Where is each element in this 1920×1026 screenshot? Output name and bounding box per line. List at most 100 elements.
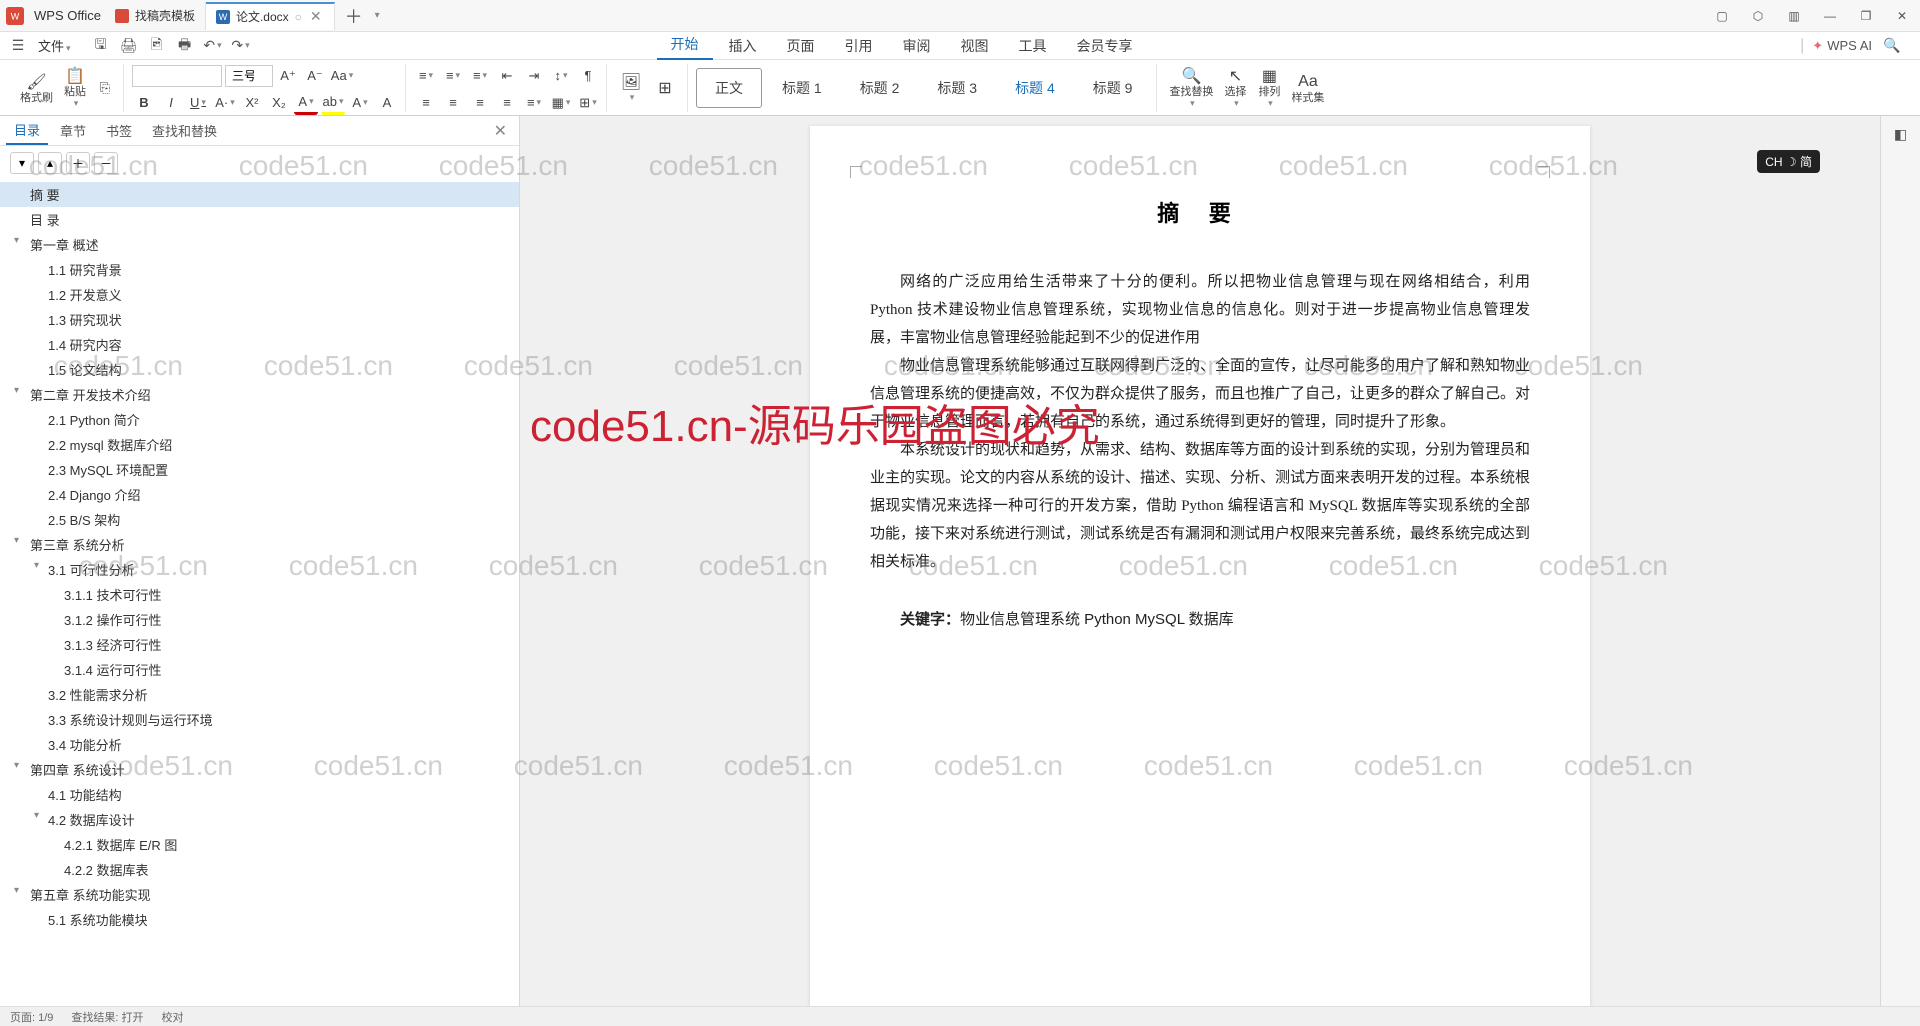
- align-center-button[interactable]: ≡: [441, 91, 465, 115]
- status-find[interactable]: 查找结果: 打开: [71, 1009, 143, 1025]
- outline-item[interactable]: 2.1 Python 简介: [0, 407, 519, 432]
- outline-item[interactable]: ▾第三章 系统分析: [0, 532, 519, 557]
- outline-item[interactable]: ▾3.1 可行性分析: [0, 557, 519, 582]
- redo-button[interactable]: ↷: [229, 34, 253, 58]
- underline-button[interactable]: U: [186, 91, 210, 115]
- print-preview-icon[interactable]: 🖨: [117, 34, 141, 58]
- arrange-button[interactable]: ▦排列: [1253, 66, 1285, 110]
- shading-button[interactable]: ▦: [549, 91, 573, 115]
- outline-item[interactable]: 3.2 性能需求分析: [0, 682, 519, 707]
- numbering-button[interactable]: ≡: [441, 64, 465, 88]
- change-case-button[interactable]: Aa: [330, 64, 354, 88]
- chevron-down-icon[interactable]: ▾: [14, 760, 19, 771]
- outline-add-button[interactable]: ＋: [66, 152, 90, 174]
- ribbon-tab-tools[interactable]: 工具: [1005, 32, 1061, 60]
- ribbon-tab-reference[interactable]: 引用: [831, 32, 887, 60]
- doc-title[interactable]: 摘 要: [870, 196, 1530, 228]
- indent-inc-button[interactable]: ⇥: [522, 64, 546, 88]
- outline-item[interactable]: 2.5 B/S 架构: [0, 507, 519, 532]
- chevron-down-icon[interactable]: ▾: [14, 885, 19, 896]
- ribbon-tab-member[interactable]: 会员专享: [1063, 32, 1147, 60]
- styleset-button[interactable]: Aa样式集: [1287, 66, 1328, 110]
- bold-button[interactable]: B: [132, 91, 156, 115]
- tab-overflow-icon[interactable]: ▾: [375, 10, 380, 21]
- win-btn-1[interactable]: ▢: [1704, 0, 1740, 32]
- outline-item[interactable]: 3.3 系统设计规则与运行环境: [0, 707, 519, 732]
- font-size-combo[interactable]: [225, 65, 273, 87]
- quick-print-icon[interactable]: 🖶: [173, 34, 197, 58]
- outline-item[interactable]: 4.1 功能结构: [0, 782, 519, 807]
- outline-item[interactable]: 3.1.4 运行可行性: [0, 657, 519, 682]
- maximize-button[interactable]: ❐: [1848, 0, 1884, 32]
- textbox-button[interactable]: ⊞: [649, 66, 681, 110]
- char-shading-button[interactable]: A: [375, 91, 399, 115]
- win-btn-3[interactable]: ▥: [1776, 0, 1812, 32]
- outline-item[interactable]: 3.1.2 操作可行性: [0, 607, 519, 632]
- ime-badge[interactable]: CH ☽ 简: [1757, 150, 1820, 173]
- outline-item[interactable]: 目 录: [0, 207, 519, 232]
- status-page[interactable]: 页面: 1/9: [10, 1009, 53, 1025]
- copy-button[interactable]: ⎘: [93, 76, 117, 100]
- format-brush-button[interactable]: 🖌格式刷: [16, 66, 57, 110]
- doc-keywords[interactable]: 关键字：物业信息管理系统 Python MySQL 数据库: [870, 606, 1530, 634]
- hamburger-icon[interactable]: ☰: [6, 34, 30, 58]
- align-justify-button[interactable]: ≡: [495, 91, 519, 115]
- status-correct[interactable]: 校对: [162, 1009, 184, 1025]
- chevron-down-icon[interactable]: ▾: [14, 235, 19, 246]
- wps-ai-button[interactable]: ✦ WPS AI: [1812, 38, 1872, 54]
- page[interactable]: 摘 要 网络的广泛应用给生活带来了十分的便利。所以把物业信息管理与现在网络相结合…: [810, 126, 1590, 1006]
- font-family-combo[interactable]: [132, 65, 222, 87]
- outline-close-button[interactable]: ✕: [488, 121, 513, 141]
- search-icon[interactable]: 🔍: [1880, 34, 1904, 58]
- outline-item[interactable]: ▾第四章 系统设计: [0, 757, 519, 782]
- doc-p2[interactable]: 物业信息管理系统能够通过互联网得到广泛的、全面的宣传，让尽可能多的用户了解和熟知…: [870, 352, 1530, 436]
- outline-item[interactable]: 4.2.1 数据库 E/R 图: [0, 832, 519, 857]
- tab-document[interactable]: W 论文.docx ○ ✕: [206, 2, 335, 30]
- doc-p3[interactable]: 本系统设计的现状和趋势，从需求、结构、数据库等方面的设计到系统的实现，分别为管理…: [870, 436, 1530, 576]
- outline-item[interactable]: 1.1 研究背景: [0, 257, 519, 282]
- style-h1[interactable]: 标题 1: [764, 68, 840, 108]
- chevron-down-icon[interactable]: ▾: [14, 535, 19, 546]
- outline-item[interactable]: 1.2 开发意义: [0, 282, 519, 307]
- shrink-font-button[interactable]: A⁻: [303, 64, 327, 88]
- outline-item[interactable]: 3.1.1 技术可行性: [0, 582, 519, 607]
- outline-item[interactable]: 4.2.2 数据库表: [0, 857, 519, 882]
- outline-item[interactable]: 摘 要: [0, 182, 519, 207]
- outline-tab-find[interactable]: 查找和替换: [144, 117, 225, 144]
- image-button[interactable]: 🖼: [615, 66, 647, 110]
- win-btn-2[interactable]: ⬡: [1740, 0, 1776, 32]
- print-icon[interactable]: 🖻: [145, 34, 169, 58]
- outline-item[interactable]: 2.4 Django 介绍: [0, 482, 519, 507]
- outline-expand-button[interactable]: ▾: [10, 152, 34, 174]
- style-h4[interactable]: 标题 4: [997, 68, 1073, 108]
- borders-button[interactable]: ⊞: [576, 91, 600, 115]
- outline-item[interactable]: 2.2 mysql 数据库介绍: [0, 432, 519, 457]
- doc-p1[interactable]: 网络的广泛应用给生活带来了十分的便利。所以把物业信息管理与现在网络相结合，利用 …: [870, 268, 1530, 352]
- ribbon-tab-insert[interactable]: 插入: [715, 32, 771, 60]
- font-color-button[interactable]: A: [294, 91, 318, 115]
- line-spacing-button[interactable]: ↕: [549, 64, 573, 88]
- highlight-button[interactable]: ab: [321, 91, 345, 115]
- paste-button[interactable]: 📋粘贴: [59, 66, 91, 110]
- outline-item[interactable]: 1.4 研究内容: [0, 332, 519, 357]
- align-right-button[interactable]: ≡: [468, 91, 492, 115]
- outline-remove-button[interactable]: －: [94, 152, 118, 174]
- file-menu[interactable]: 文件: [34, 36, 75, 55]
- grow-font-button[interactable]: A⁺: [276, 64, 300, 88]
- outline-item[interactable]: ▾第一章 概述: [0, 232, 519, 257]
- style-h9[interactable]: 标题 9: [1075, 68, 1151, 108]
- new-tab-button[interactable]: ＋: [335, 3, 373, 29]
- undo-button[interactable]: ↶: [201, 34, 225, 58]
- distribute-button[interactable]: ≡: [522, 91, 546, 115]
- save-icon[interactable]: 🖫: [89, 34, 113, 58]
- style-normal[interactable]: 正文: [696, 68, 762, 108]
- outline-tab-bookmark[interactable]: 书签: [98, 117, 140, 144]
- ribbon-tab-view[interactable]: 视图: [947, 32, 1003, 60]
- outline-tab-chapter[interactable]: 章节: [52, 117, 94, 144]
- document-area[interactable]: 摘 要 网络的广泛应用给生活带来了十分的便利。所以把物业信息管理与现在网络相结合…: [520, 116, 1880, 1006]
- outline-tab-toc[interactable]: 目录: [6, 116, 48, 145]
- outline-item[interactable]: 1.3 研究现状: [0, 307, 519, 332]
- rt-btn-1[interactable]: ◧: [1889, 122, 1913, 146]
- outline-item[interactable]: 1.5 论文结构: [0, 357, 519, 382]
- outline-item[interactable]: 3.1.3 经济可行性: [0, 632, 519, 657]
